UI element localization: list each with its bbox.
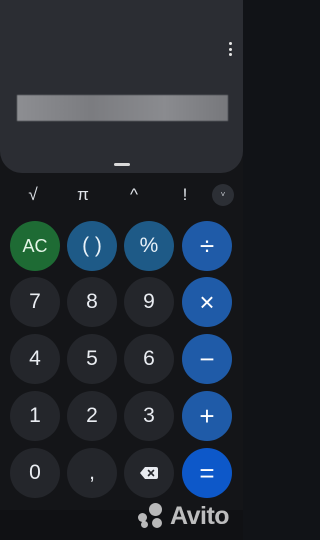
add-button[interactable]: +: [182, 391, 232, 441]
power-button[interactable]: ^: [114, 175, 154, 215]
drag-handle[interactable]: [114, 163, 130, 166]
parentheses-button[interactable]: ( ): [67, 221, 117, 271]
more-vertical-icon[interactable]: [227, 42, 233, 56]
display-panel: [0, 0, 243, 173]
watermark-text: Avito: [170, 502, 230, 530]
expression-field[interactable]: [17, 95, 228, 121]
digit-5-button[interactable]: 5: [67, 334, 117, 384]
subtract-button[interactable]: −: [182, 334, 232, 384]
digit-0-button[interactable]: 0: [10, 448, 60, 498]
sqrt-button[interactable]: √: [13, 175, 53, 215]
digit-3-button[interactable]: 3: [124, 391, 174, 441]
watermark: Avito: [138, 500, 240, 532]
clear-button[interactable]: AC: [10, 221, 60, 271]
scientific-row: √ π ^ ! ˅: [0, 175, 243, 215]
backspace-icon: [140, 467, 158, 479]
multiply-button[interactable]: ×: [182, 277, 232, 327]
percent-button[interactable]: %: [124, 221, 174, 271]
digit-6-button[interactable]: 6: [124, 334, 174, 384]
backspace-button[interactable]: [124, 448, 174, 498]
chevron-down-icon[interactable]: ˅: [212, 184, 234, 206]
calculator-screen: √ π ^ ! ˅ AC ( ) % ÷ 7 8 9 × 4 5 6 − 1 2…: [0, 0, 243, 540]
digit-4-button[interactable]: 4: [10, 334, 60, 384]
digit-1-button[interactable]: 1: [10, 391, 60, 441]
divide-button[interactable]: ÷: [182, 221, 232, 271]
equals-button[interactable]: =: [182, 448, 232, 498]
digit-9-button[interactable]: 9: [124, 277, 174, 327]
decimal-comma-button[interactable]: ,: [67, 448, 117, 498]
digit-8-button[interactable]: 8: [67, 277, 117, 327]
factorial-button[interactable]: !: [165, 175, 205, 215]
digit-7-button[interactable]: 7: [10, 277, 60, 327]
avito-logo-icon: [138, 503, 168, 531]
pi-button[interactable]: π: [63, 175, 103, 215]
digit-2-button[interactable]: 2: [67, 391, 117, 441]
